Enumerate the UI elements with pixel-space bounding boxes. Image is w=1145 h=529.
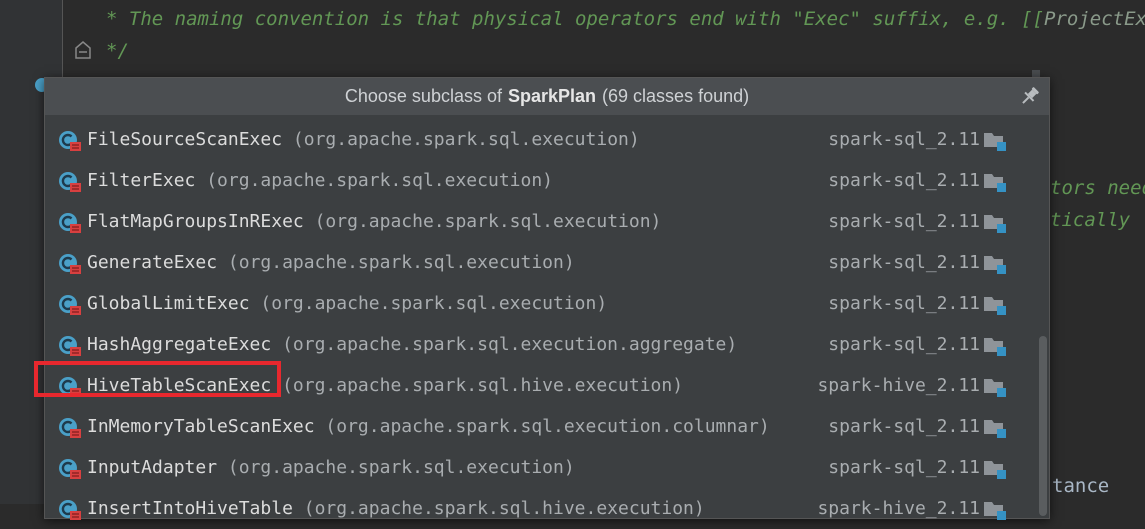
class-package: (org.apache.spark.sql.execution.columnar…: [325, 416, 770, 437]
module-name: spark-sql_2.11: [828, 129, 980, 150]
module-folder-icon: [984, 133, 1006, 151]
highlight-box: [34, 361, 281, 397]
class-name: InMemoryTableScanExec: [87, 416, 315, 437]
class-entry: InsertIntoHiveTable (org.apache.spark.sq…: [87, 498, 705, 519]
background-code-fragment: tically: [1050, 209, 1131, 231]
list-item[interactable]: GenerateExec (org.apache.spark.sql.execu…: [45, 242, 1035, 283]
module-name: spark-sql_2.11: [828, 416, 980, 437]
module-name: spark-hive_2.11: [817, 498, 980, 519]
list-item[interactable]: InMemoryTableScanExec (org.apache.spark.…: [45, 406, 1035, 447]
class-icon: [59, 459, 81, 479]
class-package: (org.apache.spark.sql.execution.aggregat…: [282, 334, 738, 355]
module-name: spark-hive_2.11: [817, 375, 980, 396]
module-folder-icon: [984, 420, 1006, 438]
class-name: GenerateExec: [87, 252, 218, 273]
class-package: (org.apache.spark.sql.hive.execution): [303, 498, 705, 519]
class-name: InputAdapter: [87, 457, 218, 478]
popup-title-suffix: (69 classes found): [602, 86, 750, 106]
choose-subclass-popup: Choose subclass of SparkPlan (69 classes…: [44, 77, 1050, 520]
class-entry: FilterExec (org.apache.spark.sql.executi…: [87, 170, 553, 191]
module-folder-icon: [984, 379, 1006, 397]
module-folder-icon: [984, 297, 1006, 315]
class-entry: HashAggregateExec (org.apache.spark.sql.…: [87, 334, 737, 355]
module-name: spark-sql_2.11: [828, 252, 980, 273]
list-item[interactable]: FilterExec (org.apache.spark.sql.executi…: [45, 160, 1035, 201]
class-icon: [59, 172, 81, 192]
popup-scrollbar[interactable]: [1039, 336, 1047, 516]
module-name: spark-sql_2.11: [828, 293, 980, 314]
list-item[interactable]: InsertIntoHiveTable (org.apache.spark.sq…: [45, 488, 1035, 529]
class-name: FileSourceScanExec: [87, 129, 283, 150]
class-package: (org.apache.spark.sql.execution): [314, 211, 662, 232]
list-item[interactable]: InputAdapter (org.apache.spark.sql.execu…: [45, 447, 1035, 488]
class-name: FlatMapGroupsInRExec: [87, 211, 304, 232]
background-code-fragment: tance: [1052, 475, 1110, 497]
popup-title-prefix: Choose subclass of: [344, 86, 502, 106]
module-folder-icon: [984, 461, 1006, 479]
class-entry: GenerateExec (org.apache.spark.sql.execu…: [87, 252, 575, 273]
class-package: (org.apache.spark.sql.execution): [227, 252, 575, 273]
class-entry: InputAdapter (org.apache.spark.sql.execu…: [87, 457, 575, 478]
class-entry: GlobalLimitExec (org.apache.spark.sql.ex…: [87, 293, 607, 314]
module-folder-icon: [984, 174, 1006, 192]
module-folder-icon: [984, 215, 1006, 233]
module-folder-icon: [984, 502, 1006, 520]
class-package: (org.apache.spark.sql.execution): [206, 170, 553, 191]
class-icon: [59, 336, 81, 356]
fold-icon[interactable]: [74, 40, 92, 60]
comment-line-1: * The naming convention is that physical…: [106, 8, 1145, 30]
list-item[interactable]: FileSourceScanExec (org.apache.spark.sql…: [45, 119, 1035, 160]
popup-header: Choose subclass of SparkPlan (69 classes…: [45, 78, 1049, 115]
class-icon: [59, 131, 81, 151]
module-name: spark-sql_2.11: [828, 211, 980, 232]
class-name: FilterExec: [87, 170, 196, 191]
module-folder-icon: [984, 338, 1006, 356]
module-folder-icon: [984, 256, 1006, 274]
subclass-list: FileSourceScanExec (org.apache.spark.sql…: [45, 119, 1035, 529]
module-name: spark-sql_2.11: [828, 457, 980, 478]
class-entry: FlatMapGroupsInRExec (org.apache.spark.s…: [87, 211, 661, 232]
list-item[interactable]: HashAggregateExec (org.apache.spark.sql.…: [45, 324, 1035, 365]
list-item[interactable]: FlatMapGroupsInRExec (org.apache.spark.s…: [45, 201, 1035, 242]
class-package: (org.apache.spark.sql.execution): [292, 129, 640, 150]
class-entry: FileSourceScanExec (org.apache.spark.sql…: [87, 129, 640, 150]
class-icon: [59, 295, 81, 315]
class-icon: [59, 500, 81, 520]
class-package: (org.apache.spark.sql.hive.execution): [282, 375, 684, 396]
class-package: (org.apache.spark.sql.execution): [260, 293, 608, 314]
pin-icon[interactable]: [1019, 85, 1041, 107]
background-code-fragment: tors need: [1050, 177, 1145, 199]
class-name: HashAggregateExec: [87, 334, 272, 355]
list-item[interactable]: GlobalLimitExec (org.apache.spark.sql.ex…: [45, 283, 1035, 324]
class-icon: [59, 213, 81, 233]
module-name: spark-sql_2.11: [828, 334, 980, 355]
class-name: GlobalLimitExec: [87, 293, 250, 314]
class-icon: [59, 418, 81, 438]
class-name: InsertIntoHiveTable: [87, 498, 293, 519]
class-icon: [59, 254, 81, 274]
comment-line-2: */: [106, 40, 129, 62]
popup-title-class: SparkPlan: [507, 86, 597, 106]
module-name: spark-sql_2.11: [828, 170, 980, 191]
class-package: (org.apache.spark.sql.execution): [227, 457, 575, 478]
class-entry: InMemoryTableScanExec (org.apache.spark.…: [87, 416, 770, 437]
